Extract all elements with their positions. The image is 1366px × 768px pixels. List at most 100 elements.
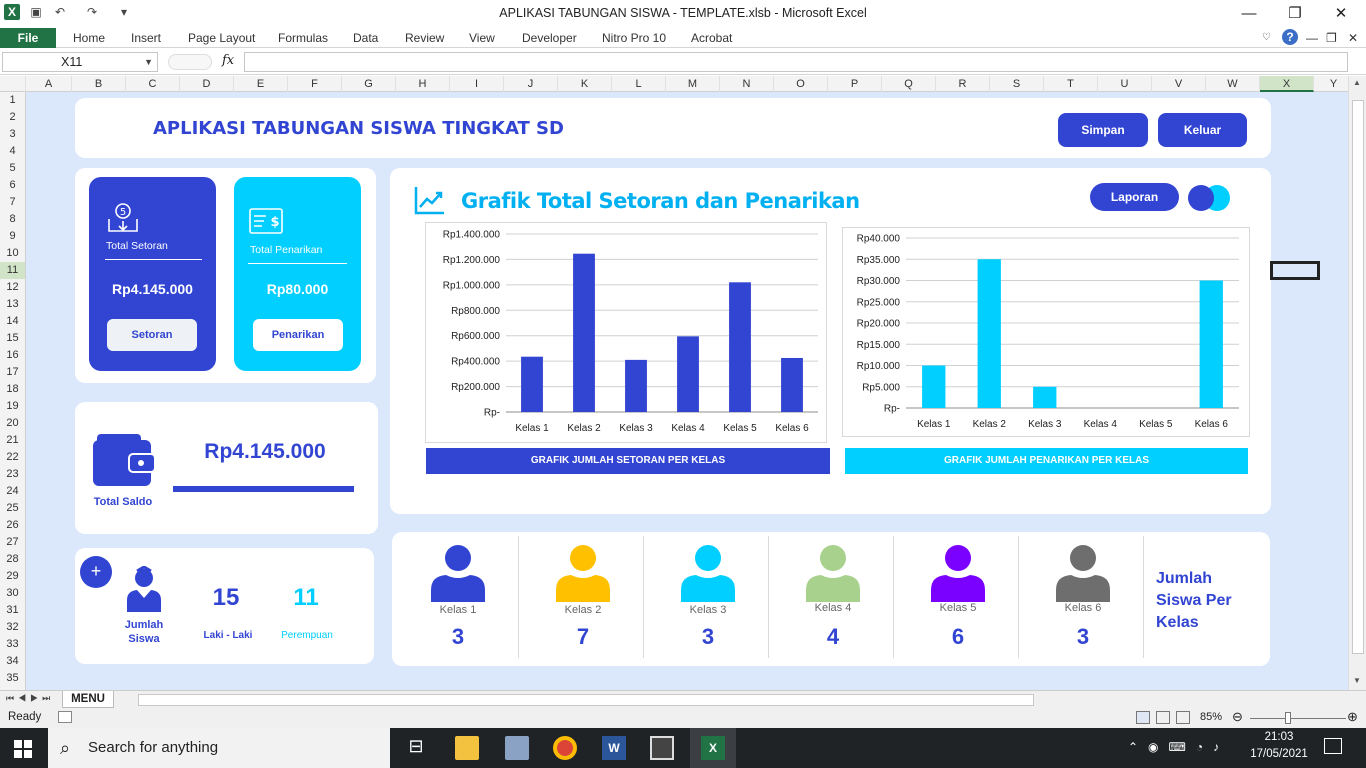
windows-start-icon[interactable]	[14, 740, 32, 758]
row-header-5[interactable]: 5	[0, 160, 25, 177]
column-header-g[interactable]: G	[342, 76, 396, 92]
column-header-k[interactable]: K	[558, 76, 612, 92]
system-tray-icons[interactable]: ⌃◉⌨◔♪	[1128, 740, 1229, 754]
column-header-v[interactable]: V	[1152, 76, 1206, 92]
column-header-w[interactable]: W	[1206, 76, 1260, 92]
column-header-b[interactable]: B	[72, 76, 126, 92]
row-header-14[interactable]: 14	[0, 313, 25, 330]
select-all-corner[interactable]	[0, 76, 26, 92]
row-header-20[interactable]: 20	[0, 415, 25, 432]
row-header-11[interactable]: 11	[0, 262, 25, 279]
scrollbar-thumb[interactable]	[1352, 100, 1364, 654]
help-icon[interactable]: ?	[1282, 29, 1298, 45]
tab-acrobat[interactable]: Acrobat	[691, 28, 732, 48]
scroll-up-icon[interactable]: ▲	[1353, 78, 1361, 87]
row-header-28[interactable]: 28	[0, 551, 25, 568]
clock-time[interactable]: 21:03	[1250, 731, 1308, 743]
row-header-33[interactable]: 33	[0, 636, 25, 653]
column-header-n[interactable]: N	[720, 76, 774, 92]
tab-data[interactable]: Data	[353, 28, 378, 48]
row-header-18[interactable]: 18	[0, 381, 25, 398]
word-icon[interactable]: W	[602, 736, 626, 760]
add-student-button[interactable]: +	[80, 556, 112, 588]
sheet-nav-arrows[interactable]: ⏮◀▶⏭	[6, 693, 54, 704]
tab-nitro-pro[interactable]: Nitro Pro 10	[602, 28, 666, 48]
row-header-19[interactable]: 19	[0, 398, 25, 415]
tab-insert[interactable]: Insert	[131, 28, 161, 48]
toggle-knob-blue[interactable]	[1188, 185, 1214, 211]
ribbon-minimize-icon[interactable]: —	[1306, 28, 1318, 48]
laporan-button[interactable]: Laporan	[1090, 183, 1179, 211]
worksheet-area[interactable]: APLIKASI TABUNGAN SISWA TINGKAT SD Simpa…	[26, 92, 1348, 690]
row-header-27[interactable]: 27	[0, 534, 25, 551]
row-header-3[interactable]: 3	[0, 126, 25, 143]
minimize-button[interactable]: —	[1226, 2, 1272, 26]
taskbar-search[interactable]: ⌕ Search for anything	[48, 728, 390, 768]
column-header-e[interactable]: E	[234, 76, 288, 92]
row-header-30[interactable]: 30	[0, 585, 25, 602]
row-header-23[interactable]: 23	[0, 466, 25, 483]
save-button[interactable]: Simpan	[1058, 113, 1148, 147]
row-header-2[interactable]: 2	[0, 109, 25, 126]
sheet-tab-menu[interactable]: MENU	[62, 691, 114, 708]
column-header-j[interactable]: J	[504, 76, 558, 92]
column-header-s[interactable]: S	[990, 76, 1044, 92]
row-header-26[interactable]: 26	[0, 517, 25, 534]
row-header-32[interactable]: 32	[0, 619, 25, 636]
row-header-4[interactable]: 4	[0, 143, 25, 160]
row-header-21[interactable]: 21	[0, 432, 25, 449]
row-header-13[interactable]: 13	[0, 296, 25, 313]
penarikan-button[interactable]: Penarikan	[253, 319, 343, 351]
formula-bar-toggle[interactable]	[168, 54, 212, 70]
tab-developer[interactable]: Developer	[522, 28, 577, 48]
tab-page-layout[interactable]: Page Layout	[188, 28, 255, 48]
ribbon-collapse-icon[interactable]: ♡	[1262, 28, 1271, 48]
row-header-12[interactable]: 12	[0, 279, 25, 296]
exit-button[interactable]: Keluar	[1158, 113, 1247, 147]
column-header-r[interactable]: R	[936, 76, 990, 92]
row-header-1[interactable]: 1	[0, 92, 25, 109]
ribbon-restore-icon[interactable]: ❐	[1326, 28, 1337, 48]
selected-cell[interactable]	[1270, 261, 1320, 280]
excel-taskbar-active[interactable]: X	[690, 728, 736, 768]
column-header-m[interactable]: M	[666, 76, 720, 92]
photos-icon[interactable]	[505, 736, 529, 760]
setoran-button[interactable]: Setoran	[107, 319, 197, 351]
macro-record-icon[interactable]	[58, 711, 72, 723]
row-header-31[interactable]: 31	[0, 602, 25, 619]
row-header-10[interactable]: 10	[0, 245, 25, 262]
row-header-6[interactable]: 6	[0, 177, 25, 194]
close-button[interactable]: ✕	[1318, 2, 1364, 26]
ribbon-close-icon[interactable]: ✕	[1348, 28, 1358, 48]
row-header-16[interactable]: 16	[0, 347, 25, 364]
column-header-l[interactable]: L	[612, 76, 666, 92]
column-header-h[interactable]: H	[396, 76, 450, 92]
row-header-24[interactable]: 24	[0, 483, 25, 500]
zoom-out-icon[interactable]: ⊖	[1232, 709, 1243, 725]
column-header-i[interactable]: I	[450, 76, 504, 92]
zoom-slider[interactable]	[1250, 718, 1346, 719]
column-header-t[interactable]: T	[1044, 76, 1098, 92]
file-explorer-icon[interactable]	[455, 736, 479, 760]
chevron-down-icon[interactable]: ▼	[144, 53, 153, 71]
row-header-25[interactable]: 25	[0, 500, 25, 517]
column-header-a[interactable]: A	[26, 76, 72, 92]
fx-icon[interactable]: fx	[222, 53, 234, 68]
vertical-scrollbar[interactable]: ▲ ▼	[1348, 76, 1366, 690]
task-view-icon[interactable]: ⊟	[404, 736, 428, 760]
row-header-34[interactable]: 34	[0, 653, 25, 670]
chrome-icon[interactable]	[553, 736, 577, 760]
row-header-29[interactable]: 29	[0, 568, 25, 585]
zoom-slider-handle[interactable]	[1285, 712, 1291, 724]
row-header-9[interactable]: 9	[0, 228, 25, 245]
tab-file[interactable]: File	[0, 28, 56, 48]
tab-review[interactable]: Review	[405, 28, 444, 48]
video-editor-icon[interactable]	[650, 736, 674, 760]
tab-view[interactable]: View	[469, 28, 495, 48]
column-header-c[interactable]: C	[126, 76, 180, 92]
clock-date[interactable]: 17/05/2021	[1248, 748, 1310, 760]
column-header-f[interactable]: F	[288, 76, 342, 92]
column-header-d[interactable]: D	[180, 76, 234, 92]
zoom-in-icon[interactable]: ⊕	[1347, 709, 1358, 725]
scroll-down-icon[interactable]: ▼	[1353, 676, 1361, 685]
